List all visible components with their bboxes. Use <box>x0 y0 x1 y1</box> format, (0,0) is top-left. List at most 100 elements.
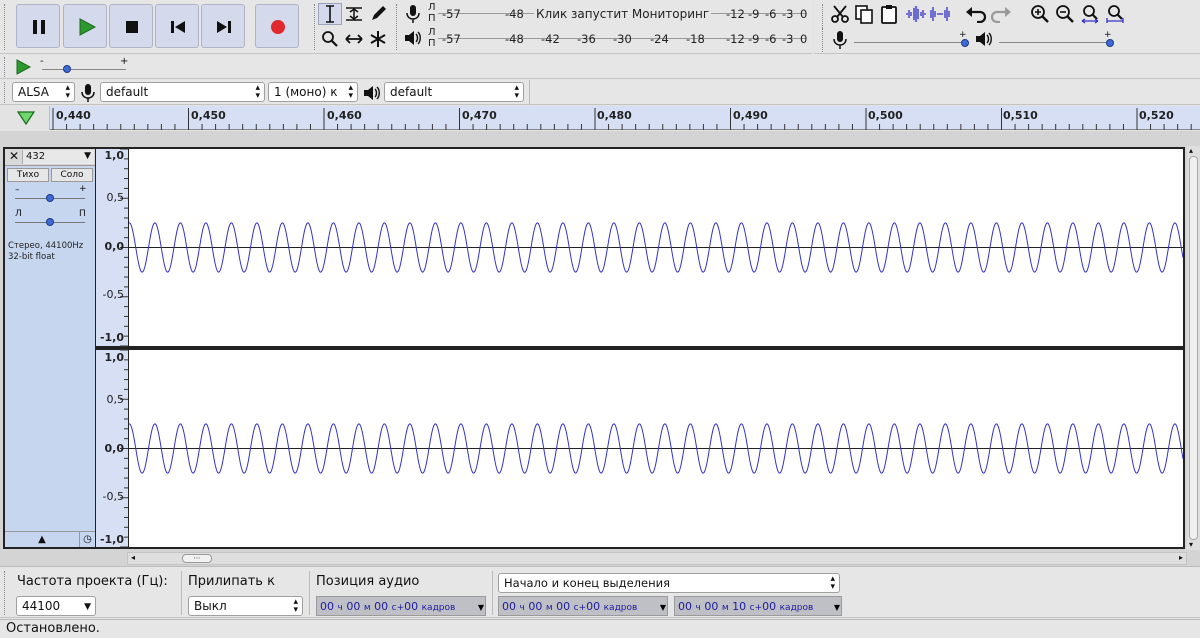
meter-tick: -30 <box>613 32 632 46</box>
toolbar-grip[interactable] <box>4 571 7 615</box>
audio-position-label: Позиция аудио <box>316 574 420 589</box>
playback-meter[interactable]: Л П -57 -48 -42 -36 -30 -24 -18 -12 -9 -… <box>428 28 810 50</box>
cut-button[interactable] <box>828 3 852 25</box>
fit-selection-button[interactable] <box>1078 3 1102 25</box>
track-menu-button[interactable]: 432 ▼ <box>22 150 94 164</box>
fit-project-button[interactable] <box>1103 3 1127 25</box>
stop-button[interactable] <box>109 4 153 48</box>
record-meter[interactable]: Л П -57 -48 Клик запустит Мониторинг -12… <box>428 3 810 25</box>
project-rate-select[interactable]: 44100 ▼ <box>16 596 96 616</box>
playback-volume-slider[interactable]: + <box>999 30 1114 48</box>
slider-thumb[interactable] <box>46 194 54 202</box>
zoom-in-button[interactable] <box>1028 3 1052 25</box>
speaker-icon <box>364 86 380 100</box>
solo-button[interactable]: Соло <box>51 168 93 182</box>
selection-end-timecode[interactable]: 00 ч 00 м 10 с+00 кадров ▼ <box>674 596 842 616</box>
playback-device-value: default <box>390 85 433 99</box>
time-shift-tool-button[interactable] <box>342 28 366 50</box>
play-button[interactable] <box>63 4 107 48</box>
zoom-to-selection-icon <box>1081 5 1099 24</box>
toolbar-grip[interactable] <box>4 57 7 77</box>
toolbar-grip[interactable] <box>314 4 317 50</box>
scale-label: -1,0 <box>99 533 124 546</box>
horizontal-scrollbar-thumb[interactable]: ⋯ <box>182 554 212 563</box>
slider-thumb[interactable] <box>63 65 72 73</box>
playback-speed-slider[interactable]: - + <box>40 56 128 76</box>
monitoring-prompt: Клик запустит Мониторинг <box>534 7 712 21</box>
meter-tick: -6 <box>765 7 777 21</box>
copy-button[interactable] <box>852 3 876 25</box>
draw-tool-button[interactable] <box>366 3 390 25</box>
scale-label: 0,0 <box>104 240 125 253</box>
tc-unit: кадров <box>779 603 814 613</box>
timeline-ruler[interactable]: 0,440 0,450 0,460 0,470 0,480 0,490 0,50… <box>0 106 1200 130</box>
magnifier-icon <box>322 31 338 47</box>
collapse-track-button[interactable]: ▲ <box>5 531 79 547</box>
tc-unit: м <box>721 603 729 613</box>
meter-tick: -57 <box>442 7 461 21</box>
skip-to-start-button[interactable] <box>155 4 199 48</box>
play-at-speed-toolbar: - + <box>0 54 1200 79</box>
track-info: Стерео, 44100Hz 32-bit float <box>8 241 83 263</box>
selection-mode-value: Начало и конец выделения <box>504 576 670 590</box>
horizontal-scrollbar[interactable]: ◂ ⋯ ▸ <box>127 552 1187 565</box>
toolbar-grip[interactable] <box>822 28 825 52</box>
audio-host-select[interactable]: ALSA ▴ ▾ <box>12 82 75 102</box>
trim-button[interactable] <box>904 3 928 25</box>
mute-button[interactable]: Тихо <box>7 168 49 182</box>
tc-seconds: 10 <box>732 600 747 613</box>
ruler-label: 0,500 <box>868 109 903 122</box>
trim-audio-icon <box>906 6 926 22</box>
record-button[interactable] <box>255 4 299 48</box>
zoom-tool-button[interactable] <box>318 28 342 50</box>
pan-slider[interactable]: Л П <box>15 209 87 229</box>
toolbar-grip[interactable] <box>4 82 7 103</box>
status-bar: Остановлено. <box>0 619 1200 638</box>
vertical-ruler-ticks <box>120 149 128 547</box>
tc-hours: 00 <box>678 600 692 613</box>
recording-volume-slider[interactable]: + <box>854 30 969 48</box>
multi-tool-button[interactable] <box>366 28 390 50</box>
slider-thumb[interactable] <box>1106 39 1114 47</box>
waveform-area[interactable] <box>129 149 1183 547</box>
close-track-icon[interactable]: ✕ <box>7 150 21 164</box>
silence-button[interactable] <box>928 3 952 25</box>
pause-button[interactable] <box>16 4 60 48</box>
scale-label: -1,0 <box>99 331 124 344</box>
scale-label: 0,5 <box>106 393 125 406</box>
recording-device-select[interactable]: default ▴ ▾ <box>100 82 265 102</box>
audio-position-timecode[interactable]: 00 ч 00 м 00 с+00 кадров ▼ <box>316 596 486 616</box>
envelope-tool-button[interactable] <box>342 3 366 25</box>
recording-channels-select[interactable]: 1 (моно) к ▴ ▾ <box>268 82 358 102</box>
vertical-scrollbar-thumb[interactable] <box>1189 156 1198 540</box>
scissors-icon <box>831 5 849 23</box>
slider-thumb[interactable] <box>46 218 54 226</box>
project-rate-value: 44100 <box>22 599 61 613</box>
snap-to-select[interactable]: Выкл ▴ ▾ <box>188 596 303 616</box>
play-at-speed-icon[interactable] <box>14 58 32 76</box>
paste-button[interactable] <box>877 3 901 25</box>
selection-start-timecode[interactable]: 00 ч 00 м 00 с+00 кадров ▼ <box>498 596 668 616</box>
undo-button[interactable] <box>964 3 988 25</box>
track-area: ✕ 432 ▼ Тихо Соло – + Л П Стерео, 44100H… <box>0 131 1200 566</box>
dropdown-arrow-icon: ▼ <box>833 603 840 612</box>
gain-slider[interactable]: – + <box>15 184 87 205</box>
tc-frames: 00 <box>586 600 601 613</box>
slider-thumb[interactable] <box>961 39 969 47</box>
edit-toolbar: + + <box>814 0 1200 54</box>
skip-to-end-button[interactable] <box>201 4 245 48</box>
vertical-ruler[interactable]: 1,0 0,5 0,0 -0,5 -1,0 1,0 0,5 0,0 -0,5 -… <box>96 149 128 547</box>
i-beam-icon <box>326 5 334 23</box>
playback-device-select[interactable]: default ▴ ▾ <box>384 82 524 102</box>
dropdown-arrow-icon: ▼ <box>84 602 91 612</box>
toolbar-grip[interactable] <box>4 4 7 50</box>
zoom-out-button[interactable] <box>1053 3 1077 25</box>
selection-mode-select[interactable]: Начало и конец выделения ▴ ▾ <box>498 573 840 593</box>
vertical-scrollbar[interactable]: ▴ ▾ <box>1187 146 1200 550</box>
redo-button[interactable] <box>989 3 1013 25</box>
toolbar-grip[interactable] <box>396 4 399 50</box>
meter-tick: -48 <box>505 7 524 21</box>
selection-tool-button[interactable] <box>318 3 342 25</box>
meter-toolbar: Л П -57 -48 Клик запустит Мониторинг -12… <box>394 0 812 54</box>
meter-tick: -42 <box>541 32 560 46</box>
